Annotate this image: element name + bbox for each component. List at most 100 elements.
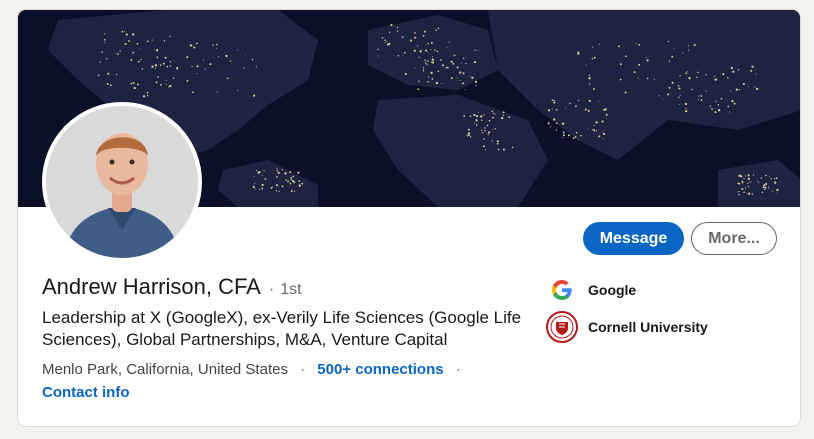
profile-headline: Leadership at X (GoogleX), ex-Verily Lif… [42,308,522,349]
city-light [729,111,730,113]
city-light [107,72,110,75]
city-light [638,43,641,46]
city-light [601,131,603,133]
city-light [456,66,459,69]
profile-name: Andrew Harrison, CFA [42,274,261,299]
city-light [603,108,606,111]
city-light [646,77,649,80]
city-light [747,177,750,180]
more-button[interactable]: More... [691,222,777,255]
city-light [154,67,157,70]
google-logo-icon [546,274,578,306]
city-light [553,100,555,102]
city-light [474,80,478,84]
city-light [684,102,688,106]
city-light [426,63,428,65]
city-light [645,56,647,59]
city-light [146,91,149,94]
city-light [732,70,735,73]
city-light [679,74,681,77]
city-light [155,49,159,52]
city-light [605,113,608,116]
city-light [104,33,106,35]
city-light [253,175,255,177]
city-light [245,55,247,57]
city-light [747,86,749,87]
city-light [569,102,571,105]
city-light [741,187,744,191]
city-light [196,73,198,75]
city-light [758,181,760,183]
city-light [770,178,772,180]
city-light [667,93,670,96]
city-light [459,80,461,82]
city-light [436,50,439,53]
city-light [768,186,770,188]
city-light [602,137,604,139]
city-light [486,124,489,127]
city-light [290,190,293,193]
city-light [633,71,636,74]
city-light [281,185,284,188]
city-light [740,175,743,178]
city-light [747,174,750,177]
city-light [593,56,596,59]
city-light [735,88,739,91]
connection-degree: 1st [280,281,302,298]
org-cornell[interactable]: Cornell University [546,311,708,343]
city-light [427,60,429,62]
city-light [417,88,420,90]
city-light [578,139,580,140]
city-light [448,41,450,43]
city-light [430,49,432,51]
city-light [589,83,591,85]
city-light [585,64,587,66]
city-light [174,60,176,62]
city-light [668,60,671,62]
city-light [749,181,751,183]
city-light [172,77,175,79]
city-light [130,58,133,61]
city-light [474,49,476,51]
connections-link[interactable]: 500+ connections [317,361,443,378]
city-light [762,186,765,189]
city-light [255,66,257,68]
city-light [277,171,280,174]
city-light [166,65,169,68]
city-light [104,39,106,41]
city-light [225,54,228,58]
city-light [551,108,553,110]
city-light [418,80,420,83]
city-light [427,80,430,83]
city-light [425,49,427,52]
city-light [502,111,505,114]
profile-card: Message More... Andrew Harrison, CFA · 1… [17,9,801,427]
org-google[interactable]: Google [546,274,636,306]
city-light [677,84,680,87]
city-light [496,140,499,143]
city-light [414,32,416,34]
city-light [137,60,140,63]
city-light [476,114,479,118]
city-light [446,46,448,48]
city-light [186,56,189,59]
message-button[interactable]: Message [583,222,684,255]
city-light [679,94,681,97]
name-row: Andrew Harrison, CFA · 1st [42,274,302,300]
city-light [496,142,499,145]
city-light [469,116,471,117]
city-light [432,56,434,58]
contact-info-link[interactable]: Contact info [42,384,130,401]
city-light [104,42,106,44]
city-light [468,134,470,137]
city-light [136,83,139,86]
city-light [263,170,265,172]
city-light [99,61,101,63]
city-light [133,86,136,90]
city-light [298,180,301,182]
city-light [123,31,125,33]
city-light [776,191,778,193]
city-light [572,137,575,139]
city-light [450,60,453,63]
profile-avatar[interactable] [42,102,202,262]
